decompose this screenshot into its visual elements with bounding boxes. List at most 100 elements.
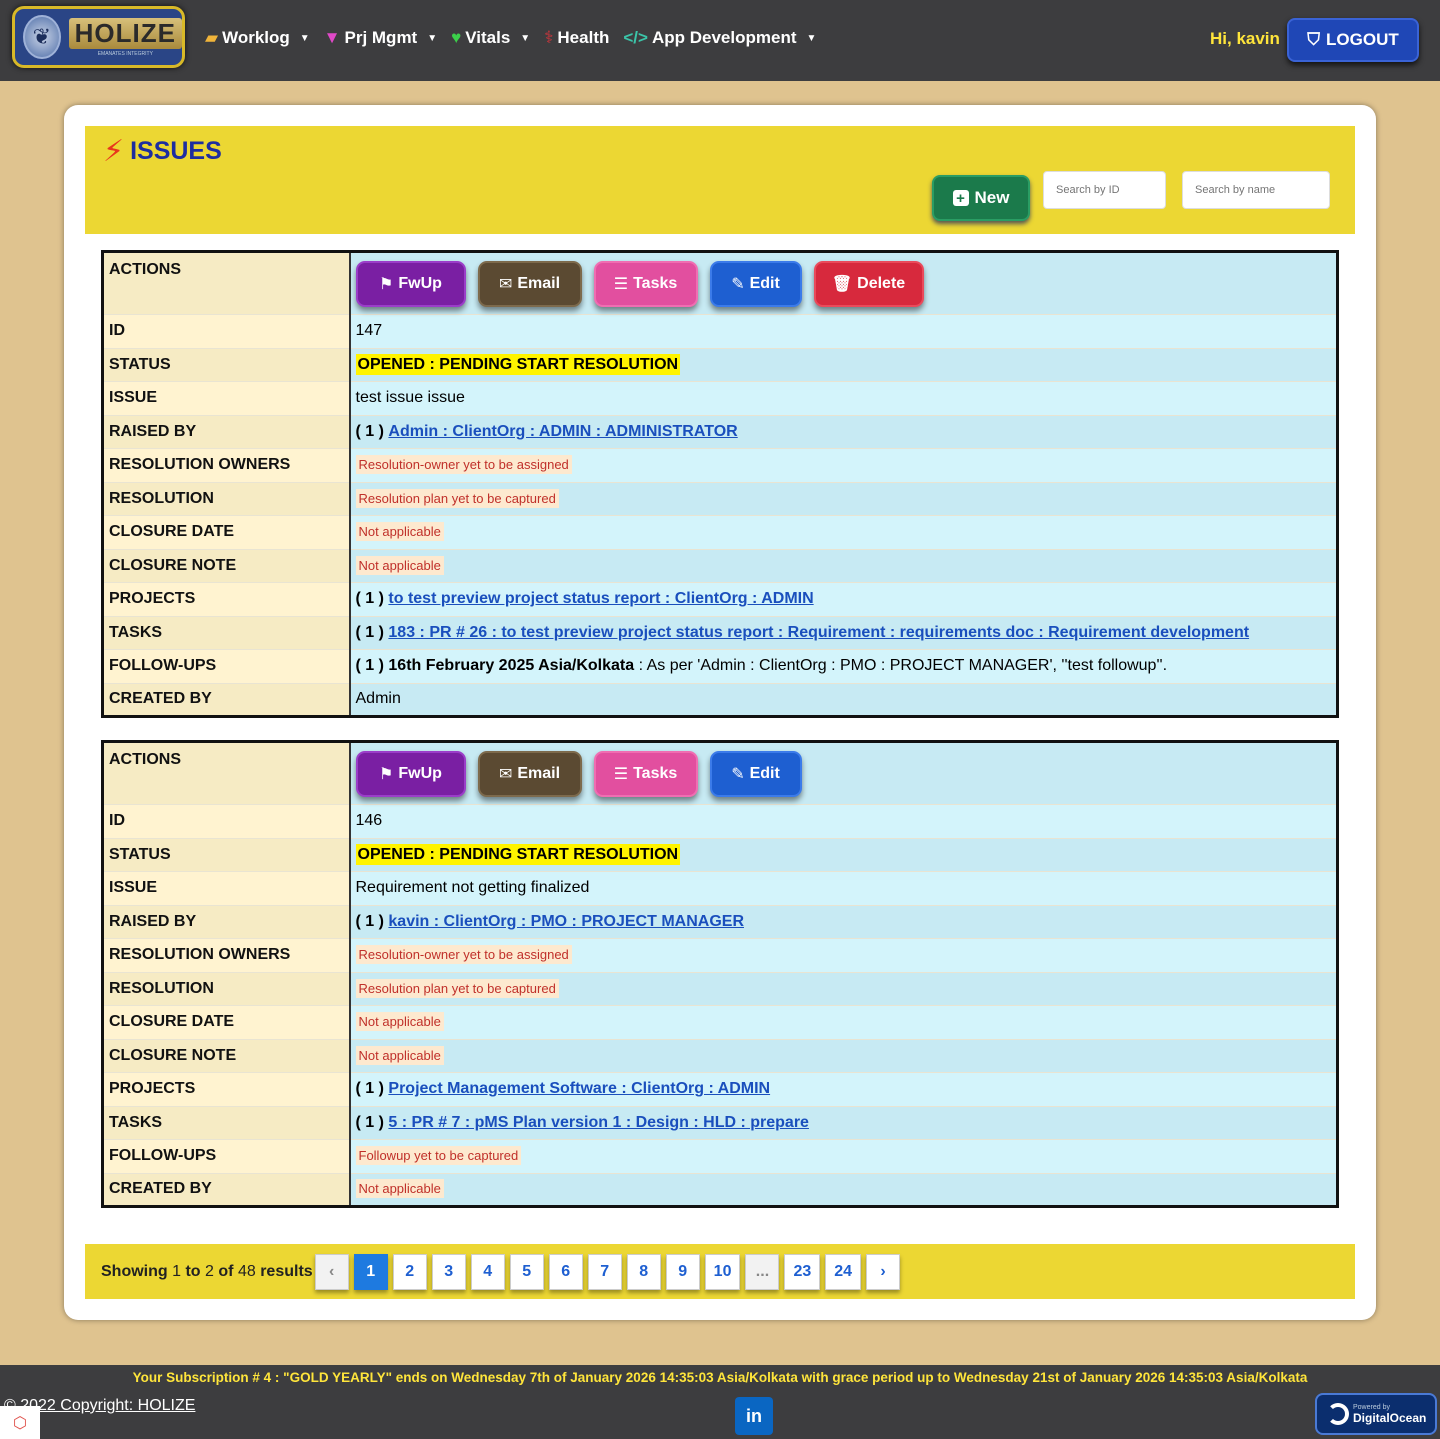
row-label: CLOSURE DATE [102, 1005, 351, 1039]
edit-button[interactable]: ✎ Edit [709, 261, 802, 307]
menu-app-development[interactable]: </> App Development ▼ [623, 28, 816, 48]
task-link[interactable]: 5 : PR # 7 : pMS Plan version 1 : Design… [388, 1114, 809, 1131]
page-link[interactable]: 7 [587, 1253, 622, 1290]
row-label: RESOLUTION OWNERS [102, 448, 351, 482]
count-label: ( 1 ) [355, 912, 384, 930]
prev-page-button[interactable]: ‹ [314, 1253, 349, 1290]
count-label: ( 1 ) [355, 623, 384, 641]
created-by-note: Not applicable [355, 1179, 444, 1199]
row-label: STATUS [102, 348, 351, 382]
email-button[interactable]: ✉ Email [477, 751, 582, 797]
edit-icon: ✎ [731, 766, 745, 783]
digitalocean-badge[interactable]: Powered by DigitalOcean [1315, 1393, 1437, 1435]
row-label: TASKS [102, 1106, 351, 1140]
task-link[interactable]: 183 : PR # 26 : to test preview project … [388, 624, 1249, 641]
holize-logo[interactable]: ❦ HOLIZE EMANATES INTEGRITY [12, 6, 185, 68]
caret-down-icon: ▼ [299, 32, 310, 44]
row-label: FOLLOW-UPS [102, 1139, 351, 1173]
page-link[interactable]: 24 [825, 1253, 862, 1290]
email-button[interactable]: ✉ Email [477, 261, 582, 307]
plus-icon: + [952, 190, 969, 207]
logo-text: HOLIZE [68, 17, 182, 49]
search-by-id-input[interactable] [1043, 171, 1166, 209]
row-label: PROJECTS [102, 1072, 351, 1106]
trash-icon: 🗑 [831, 276, 853, 293]
page-link[interactable]: 5 [509, 1253, 544, 1290]
delete-button[interactable]: 🗑 Delete [813, 261, 924, 307]
page-link[interactable]: 1 [353, 1253, 388, 1290]
row-label: ID [102, 804, 351, 838]
page-ellipsis: ... [745, 1253, 780, 1290]
resolution-note: Resolution plan yet to be captured [355, 978, 559, 998]
menu-vitals[interactable]: ♥ Vitals ▼ [451, 28, 530, 48]
row-label: ACTIONS [102, 251, 351, 315]
tasks-button[interactable]: ☰ Tasks [593, 751, 698, 797]
page-link[interactable]: 2 [392, 1253, 427, 1290]
caret-down-icon: ▼ [427, 32, 438, 44]
menu-worklog[interactable]: ▰ Worklog ▼ [205, 28, 310, 48]
resolution-owners-note: Resolution-owner yet to be assigned [355, 945, 572, 965]
row-label: RAISED BY [102, 415, 351, 449]
briefcase-icon: ▰ [205, 28, 219, 47]
lightning-icon: ⚡ [103, 135, 125, 168]
page-link[interactable]: 4 [470, 1253, 505, 1290]
page-link[interactable]: 9 [665, 1253, 700, 1290]
emblem-icon: ❦ [23, 15, 61, 59]
count-label: ( 1 ) [355, 657, 384, 675]
next-page-button[interactable]: › [866, 1253, 901, 1290]
followups-note: Followup yet to be captured [355, 1146, 522, 1166]
main-menu: ▰ Worklog ▼ ▼ Prj Mgmt ▼ ♥ Vitals ▼ ⚕ Health </… [205, 28, 816, 48]
page-link[interactable]: 23 [784, 1253, 821, 1290]
logout-button[interactable]: ⛉ LOGOUT [1287, 18, 1419, 62]
row-label: PROJECTS [102, 582, 351, 616]
issue-table: ACTIONS ⚑ FwUp ✉ Email ☰ Tasks ✎ Edit ID 146 … [101, 740, 1339, 1208]
row-label: CLOSURE NOTE [102, 1039, 351, 1073]
edit-icon: ✎ [731, 276, 745, 293]
caret-down-icon: ▼ [806, 32, 817, 44]
page-link[interactable]: 3 [431, 1253, 466, 1290]
envelope-icon: ✉ [498, 276, 513, 293]
row-label: RESOLUTION [102, 972, 351, 1006]
page-title: ⚡ ISSUES [103, 135, 222, 168]
menu-prj-mgmt[interactable]: ▼ Prj Mgmt ▼ [324, 28, 437, 48]
page-link[interactable]: 8 [626, 1253, 661, 1290]
row-label: RAISED BY [102, 905, 351, 939]
followup-button[interactable]: ⚑ FwUp [355, 751, 466, 797]
row-label: ID [102, 314, 351, 348]
followup-text: : As per 'Admin : ClientOrg : PMO : PROJ… [634, 657, 1168, 675]
raised-by-link[interactable]: kavin : ClientOrg : PMO : PROJECT MANAGE… [388, 913, 744, 930]
code-icon: </> [623, 28, 648, 47]
created-by: Admin [349, 683, 1338, 717]
laravel-icon[interactable]: ⬡ [0, 1406, 40, 1439]
resolution-note: Resolution plan yet to be captured [355, 488, 559, 508]
followup-button[interactable]: ⚑ FwUp [355, 261, 466, 307]
row-label: CLOSURE NOTE [102, 549, 351, 583]
project-link[interactable]: Project Management Software : ClientOrg … [388, 1080, 770, 1097]
people-icon: ⚑ [379, 276, 394, 293]
issue-id: 146 [349, 804, 1338, 838]
edit-button[interactable]: ✎ Edit [709, 751, 802, 797]
page-link[interactable]: 6 [548, 1253, 583, 1290]
linkedin-icon[interactable]: in [735, 1397, 773, 1435]
stethoscope-icon: ⚕ [544, 28, 554, 47]
project-link[interactable]: to test preview project status report : … [388, 590, 813, 607]
people-icon: ⚑ [379, 766, 394, 783]
row-label: CLOSURE DATE [102, 515, 351, 549]
new-issue-button[interactable]: + New [932, 175, 1030, 221]
row-label: RESOLUTION OWNERS [102, 938, 351, 972]
digitalocean-icon [1327, 1403, 1349, 1425]
page-link[interactable]: 10 [704, 1253, 741, 1290]
status-badge: OPENED : PENDING START RESOLUTION [355, 843, 681, 865]
search-by-name-input[interactable] [1182, 171, 1330, 209]
heart-icon: ♥ [451, 28, 462, 47]
menu-health[interactable]: ⚕ Health [544, 28, 609, 48]
count-label: ( 1 ) [355, 590, 384, 608]
closure-note-note: Not applicable [355, 555, 444, 575]
raised-by-link[interactable]: Admin : ClientOrg : ADMIN : ADMINISTRATO… [388, 423, 737, 440]
count-label: ( 1 ) [355, 1080, 384, 1098]
subscription-notice: Your Subscription # 4 : "GOLD YEARLY" en… [132, 1370, 1308, 1385]
issue-id: 147 [349, 314, 1338, 348]
tasks-button[interactable]: ☰ Tasks [593, 261, 698, 307]
row-label: CREATED BY [102, 683, 351, 717]
issue-text: Requirement not getting finalized [349, 871, 1338, 905]
